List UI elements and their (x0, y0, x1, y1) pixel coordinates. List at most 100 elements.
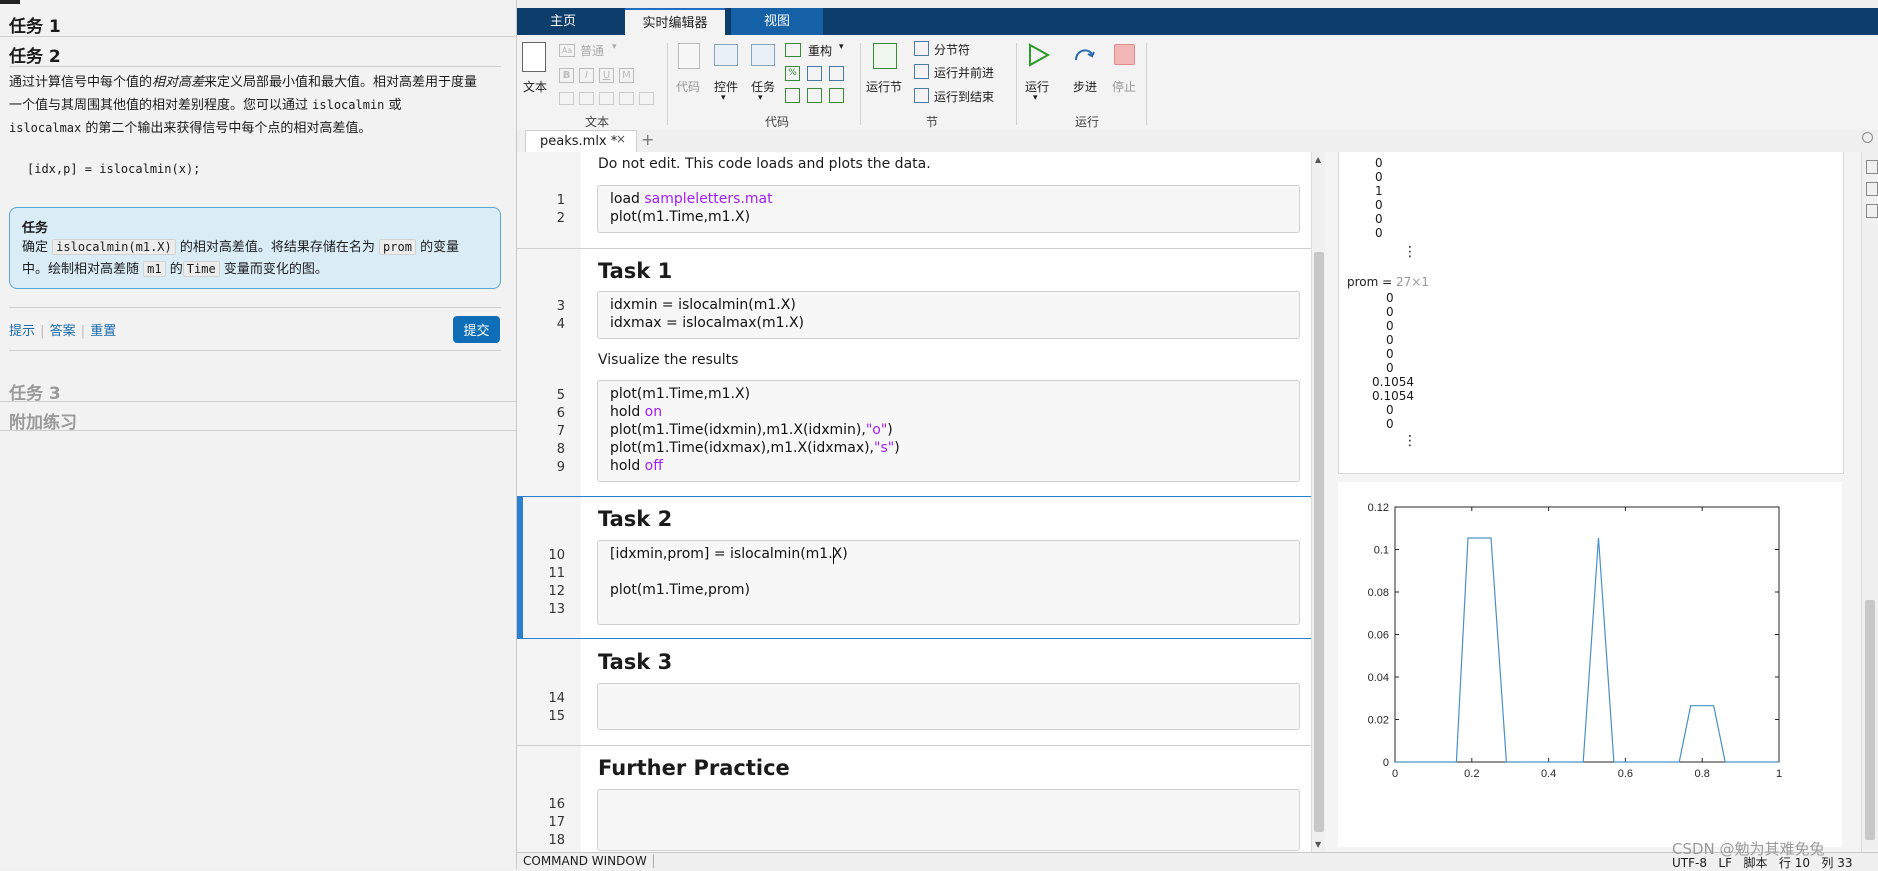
tab-home[interactable]: 主页 (527, 8, 599, 35)
output-value: 1 (1375, 184, 1383, 198)
section-task2-title: Task 2 (598, 507, 673, 531)
code-text: ) (887, 422, 893, 438)
output-value: 0 (1375, 170, 1383, 184)
code-line-8: plot(m1.Time(idxmax),m1.X(idxmax),"s") (610, 440, 900, 456)
answer-link[interactable]: 答案 (50, 324, 76, 339)
var-size: 27×1 (1396, 275, 1429, 289)
output-inline-icon[interactable] (1866, 160, 1878, 174)
output-right-icon[interactable] (1866, 182, 1878, 196)
tab-view[interactable]: 视图 (731, 8, 823, 35)
numbered-list-icon[interactable] (559, 92, 574, 105)
code-block-visualize[interactable]: plot(m1.Time,m1.X) hold on plot(m1.Time(… (597, 380, 1300, 482)
tab-live-editor[interactable]: 实时编辑器 (625, 8, 725, 35)
bold-icon[interactable]: B (559, 68, 574, 83)
action-links: 提示 | 答案 | 重置 (9, 320, 116, 339)
active-section-bar (517, 496, 523, 638)
code-block-1[interactable]: load sampleletters.mat plot(m1.Time,m1.X… (597, 185, 1300, 233)
section-divider (517, 745, 1311, 746)
editor-scrollbar[interactable]: ▲ ▼ (1311, 152, 1326, 852)
add-tab-icon[interactable]: + (641, 130, 654, 149)
code-line-2: plot(m1.Time,m1.X) (610, 209, 751, 225)
task2-header[interactable]: 任务 2 (9, 42, 61, 67)
uncomment-icon[interactable] (807, 66, 822, 81)
comment-icon[interactable]: % (785, 66, 800, 81)
command-window-tab[interactable]: COMMAND WINDOW (523, 854, 654, 868)
italic-icon[interactable]: I (579, 68, 594, 83)
scroll-up-icon[interactable]: ▲ (1315, 155, 1321, 164)
code-line-3: idxmin = islocalmin(m1.X) (610, 297, 796, 313)
step-button[interactable]: 步进 (1065, 78, 1105, 95)
output-value: 0 (1386, 333, 1394, 347)
live-editor: Do not edit. This code loads and plots t… (517, 152, 1311, 852)
code-block-further[interactable] (597, 789, 1300, 851)
divider (9, 350, 501, 351)
align-center-icon[interactable] (619, 92, 634, 105)
reset-link[interactable]: 重置 (90, 324, 116, 339)
y-tick-label: 0.04 (1368, 672, 1389, 684)
code-button[interactable]: 代码 (669, 78, 707, 95)
hint-link[interactable]: 提示 (9, 324, 35, 339)
step-icon (1075, 49, 1095, 61)
code-line-5: plot(m1.Time,m1.X) (610, 386, 751, 402)
tab-options-icon[interactable] (1862, 132, 1873, 143)
hide-code-icon[interactable] (1866, 204, 1878, 218)
line-number: 15 (548, 709, 565, 724)
output-value: 0 (1375, 198, 1383, 212)
scrollbar-thumb[interactable] (1314, 252, 1324, 832)
scroll-down-icon[interactable]: ▼ (1315, 840, 1321, 849)
submit-button[interactable]: 提交 (453, 316, 500, 343)
task1-header[interactable]: 任务 1 (9, 12, 61, 37)
line-number: 12 (548, 584, 565, 599)
increase-indent-icon[interactable] (807, 88, 822, 103)
align-right-icon[interactable] (639, 92, 654, 105)
inline-code: prom (379, 239, 416, 255)
run-advance-button[interactable]: 运行并前进 (934, 64, 994, 81)
style-select[interactable]: 普通 (580, 42, 604, 59)
desc-line-3: islocalmax 的第二个输出来获得信号中每个点的相对高差值。 (9, 117, 501, 140)
run-section-button[interactable]: 运行节 (863, 78, 905, 95)
underline-icon[interactable]: U (599, 68, 614, 83)
code-block-task1[interactable]: idxmin = islocalmin(m1.X) idxmax = isloc… (597, 291, 1300, 339)
line-gutter (517, 152, 581, 852)
text-button[interactable]: 文本 (517, 78, 553, 95)
chevron-down-icon: ▾ (721, 93, 726, 103)
code-block-task3[interactable] (597, 683, 1300, 730)
code-text: ) (894, 440, 900, 456)
code-line-10: [idxmin,prom] = islocalmin(m1.X) (610, 546, 848, 562)
desc-text: 通过计算信号中每个值的 (9, 75, 153, 90)
scrollbar-thumb[interactable] (1865, 600, 1875, 840)
output-value: 0 (1386, 417, 1394, 431)
code-block-task2[interactable]: [idxmin,prom] = islocalmin(m1.X) plot(m1… (597, 540, 1300, 625)
decrease-indent-icon[interactable] (829, 88, 844, 103)
wrap-comments-icon[interactable] (829, 66, 844, 81)
task-button[interactable]: 任务 (744, 78, 782, 95)
monospace-icon[interactable]: M (619, 68, 634, 83)
vertical-ellipsis: ⋮ (1403, 433, 1417, 449)
code-example: [idx,p] = islocalmin(x); (27, 162, 201, 176)
run-icon (1029, 43, 1051, 67)
prom-plot[interactable]: 0 0.2 0.4 0.6 0.8 1 0 0.02 0.04 0.06 0.08 0.1 0.12 (1338, 482, 1842, 847)
output-value: 0 (1375, 226, 1383, 240)
instruction-panel: 任务 1 任务 2 通过计算信号中每个值的相对高差来定义局部最小值和最大值。相对… (0, 0, 517, 869)
line-number: 4 (556, 317, 565, 332)
task-box-line-1: 确定 islocalmin(m1.X) 的相对高差值。将结果存储在名为 prom… (22, 236, 459, 259)
indent-icon[interactable] (785, 88, 800, 103)
run-to-end-button[interactable]: 运行到结束 (934, 88, 994, 105)
line-number: 3 (556, 299, 565, 314)
output-value: 0.1054 (1372, 375, 1414, 389)
align-left-icon[interactable] (599, 92, 614, 105)
var-name: prom = (1347, 275, 1397, 289)
stop-button[interactable]: 停止 (1104, 78, 1144, 95)
control-button[interactable]: 控件 (707, 78, 745, 95)
section-break-button[interactable]: 分节符 (934, 41, 970, 58)
bullet-list-icon[interactable] (579, 92, 594, 105)
x-tick-label: 0.8 (1695, 768, 1710, 780)
refactor-button[interactable]: 重构 (808, 42, 832, 59)
box-text: 确定 (22, 240, 49, 255)
y-tick-label: 0.08 (1368, 587, 1389, 599)
line-number: 9 (556, 460, 565, 475)
close-icon[interactable]: × (616, 132, 626, 146)
output-scrollbar[interactable] (1861, 152, 1878, 852)
ribbon-tab-bar: 主页 实时编辑器 视图 (517, 8, 1878, 35)
y-tick-label: 0.1 (1374, 545, 1389, 557)
